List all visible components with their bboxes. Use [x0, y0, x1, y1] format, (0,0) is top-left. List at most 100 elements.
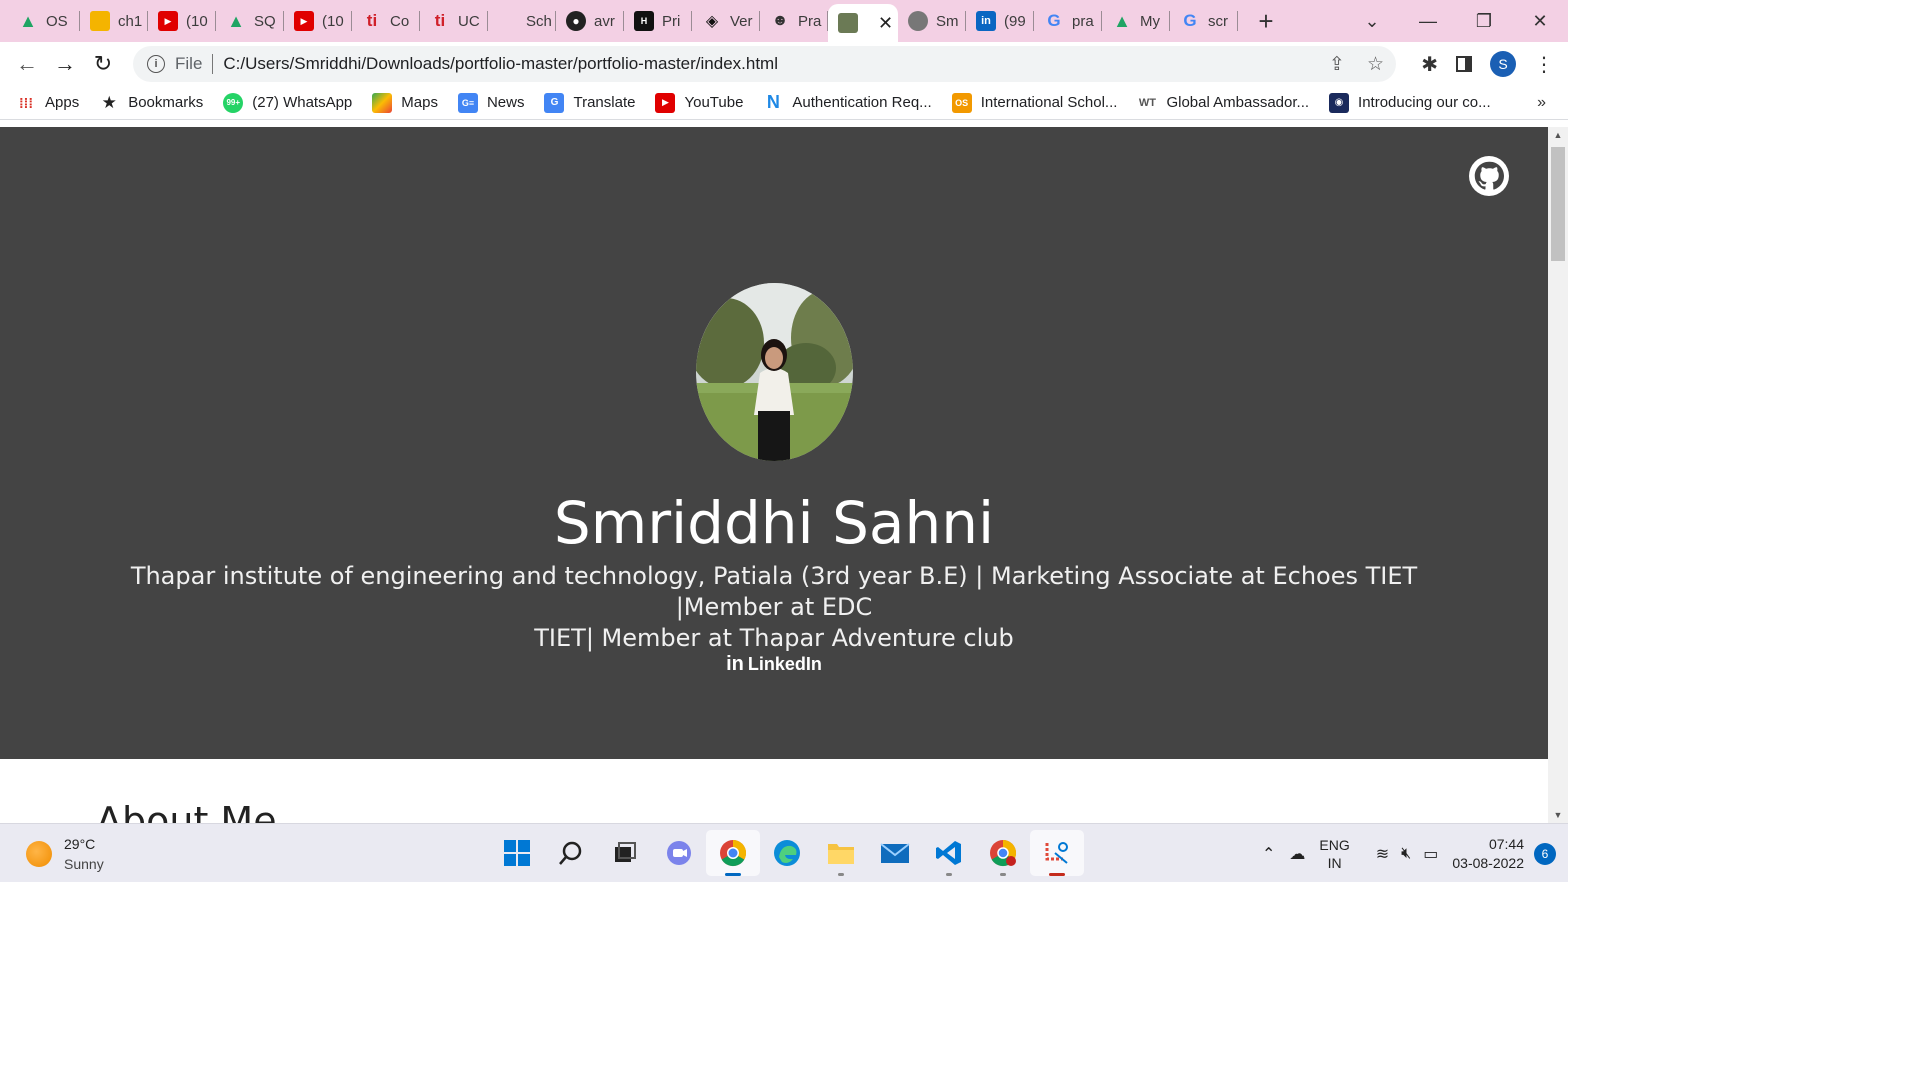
chrome-profile-button[interactable]	[976, 830, 1030, 876]
weather-widget[interactable]: 29°C Sunny	[26, 834, 104, 874]
restore-button[interactable]: ❐	[1456, 0, 1512, 42]
temperature: 29°C	[64, 836, 96, 852]
bookmark-authentication[interactable]: N Authentication Req...	[763, 92, 932, 113]
tab-os[interactable]: ▲ OS	[0, 0, 80, 42]
chevron-up-icon[interactable]: ⌃	[1262, 844, 1275, 864]
linkedin-icon: in	[976, 11, 996, 31]
open-indicator	[838, 873, 844, 876]
menu-icon[interactable]: ⋮	[1534, 52, 1554, 77]
linkedin-link[interactable]: in LinkedIn	[0, 653, 1548, 676]
search-button[interactable]	[544, 830, 598, 876]
star-icon: ★	[101, 92, 117, 112]
globe-icon	[908, 11, 928, 31]
snipping-tool-button[interactable]	[1030, 830, 1084, 876]
tab-uc[interactable]: ti UC	[420, 0, 488, 42]
file-explorer-button[interactable]	[814, 830, 868, 876]
wifi-icon[interactable]: ≋	[1376, 844, 1389, 864]
windows-logo-icon	[504, 840, 530, 866]
reload-button[interactable]: ↻	[84, 45, 122, 83]
bookmark-introducing[interactable]: ◉ Introducing our co...	[1329, 92, 1491, 113]
vscode-button[interactable]	[922, 830, 976, 876]
tab-co[interactable]: ti Co	[352, 0, 420, 42]
tab-pri[interactable]: H Pri	[624, 0, 692, 42]
tab-search-icon[interactable]: ⌄	[1344, 0, 1400, 42]
tab-avr[interactable]: ● avr	[556, 0, 624, 42]
volume-muted-icon[interactable]: 🔇︎	[1401, 845, 1411, 863]
forward-button[interactable]: →	[46, 45, 84, 83]
linkedin-icon: in	[726, 653, 744, 675]
active-indicator	[725, 873, 741, 876]
linkedin-label: LinkedIn	[747, 654, 822, 674]
task-view-button[interactable]	[598, 830, 652, 876]
start-button[interactable]	[490, 830, 544, 876]
scroll-thumb[interactable]	[1551, 147, 1565, 261]
bookmarks-bar: ⁞⁞⁞ Apps ★ Bookmarks 99+ (27) WhatsApp Maps…	[0, 86, 1568, 120]
battery-icon[interactable]: ▭	[1423, 844, 1438, 864]
browser-toolbar: ← → ↻ i File C:/Users/Smriddhi/Downloads…	[0, 42, 1568, 86]
tab-sch[interactable]: Sch	[488, 0, 556, 42]
bookmark-news[interactable]: G≡ News	[457, 92, 524, 113]
tab-google-pra[interactable]: Gpra	[1034, 0, 1102, 42]
back-button[interactable]: ←	[8, 45, 46, 83]
mail-button[interactable]	[868, 830, 922, 876]
extensions-icon[interactable]: ✱	[1421, 52, 1438, 77]
notification-badge[interactable]: 6	[1534, 842, 1556, 865]
close-window-button[interactable]: ✕	[1512, 0, 1568, 42]
bookmarks-more-button[interactable]: »	[1537, 86, 1546, 120]
whatsapp-icon: 99+	[223, 92, 244, 113]
info-icon[interactable]: i	[147, 55, 165, 73]
system-tray: ⌃ ☁ ENG IN ≋ 🔇︎ ▭ 07:44 03-08-2022 6	[1262, 824, 1568, 883]
tab-linkedin[interactable]: in (99	[966, 0, 1034, 42]
clock[interactable]: 07:44 03-08-2022	[1452, 835, 1524, 873]
google-drive-icon: ▲	[227, 10, 245, 31]
scroll-up-arrow-icon[interactable]: ▲	[1548, 127, 1568, 143]
tab-sq[interactable]: ▲ SQ	[216, 0, 284, 42]
translate-icon: G	[544, 92, 565, 113]
github-icon[interactable]	[1469, 156, 1509, 196]
hackerrank-icon: H	[634, 11, 654, 31]
tab-pra[interactable]: ☻ Pra	[760, 0, 828, 42]
page-viewport: Smriddhi Sahni Thapar institute of engin…	[0, 127, 1548, 823]
address-bar[interactable]: i File C:/Users/Smriddhi/Downloads/portf…	[133, 46, 1396, 82]
bookmark-apps[interactable]: ⁞⁞⁞ Apps	[16, 93, 79, 113]
url-text[interactable]: C:/Users/Smriddhi/Downloads/portfolio-ma…	[223, 54, 778, 74]
tab-youtube-1[interactable]: ▶ (10	[148, 0, 216, 42]
bookmark-international[interactable]: OS International Schol...	[951, 92, 1117, 113]
cloud-error-icon[interactable]: ☁	[1289, 844, 1305, 864]
new-tab-button[interactable]: +	[1246, 6, 1286, 37]
google-icon: G	[1183, 11, 1197, 30]
minimize-button[interactable]: —	[1400, 0, 1456, 42]
bookmark-star-icon[interactable]: ☆	[1367, 53, 1384, 76]
tab-google-scr[interactable]: Gscr	[1170, 0, 1238, 42]
clock-time: 07:44	[1488, 835, 1524, 852]
tab-strip: ▲ OS ch1 ▶ (10 ▲ SQ ▶ (10 ti Co ti UC Sch ● avr…	[0, 0, 1568, 42]
profile-photo	[696, 283, 853, 461]
teams-chat-icon	[667, 841, 691, 865]
edge-button[interactable]	[760, 830, 814, 876]
bookmark-translate[interactable]: G Translate	[544, 92, 635, 113]
scroll-down-arrow-icon[interactable]: ▼	[1548, 807, 1568, 823]
page-scrollbar[interactable]: ▲ ▼	[1548, 127, 1568, 823]
bookmark-bookmarks[interactable]: ★ Bookmarks	[99, 92, 204, 113]
tagline-line-1: Thapar institute of engineering and tech…	[130, 562, 1418, 621]
close-tab-icon[interactable]: ✕	[878, 13, 893, 34]
tab-youtube-2[interactable]: ▶ (10	[284, 0, 352, 42]
avatar-icon: ☻	[771, 12, 789, 29]
bookmark-youtube[interactable]: ▶ YouTube	[655, 92, 743, 113]
share-icon[interactable]: ⇪	[1329, 53, 1345, 76]
side-panel-icon[interactable]	[1456, 56, 1472, 72]
teams-chat-button[interactable]	[652, 830, 706, 876]
bookmark-global-ambassador[interactable]: WT Global Ambassador...	[1137, 93, 1309, 113]
tab-my-drive[interactable]: ▲ My	[1102, 0, 1170, 42]
bookmark-whatsapp[interactable]: 99+ (27) WhatsApp	[223, 92, 352, 113]
google-icon: G	[1047, 11, 1061, 30]
profile-avatar[interactable]: S	[1490, 51, 1516, 77]
chrome-taskbar-button[interactable]	[706, 830, 760, 876]
google-drive-icon: ▲	[19, 10, 37, 31]
bookmark-maps[interactable]: Maps	[372, 92, 438, 113]
tab-ver[interactable]: ◈ Ver	[692, 0, 760, 42]
tab-ch1[interactable]: ch1	[80, 0, 148, 42]
tab-sm[interactable]: Sm	[898, 0, 966, 42]
language-indicator[interactable]: ENG IN	[1319, 836, 1349, 872]
tab-active[interactable]: ✕	[828, 4, 898, 42]
